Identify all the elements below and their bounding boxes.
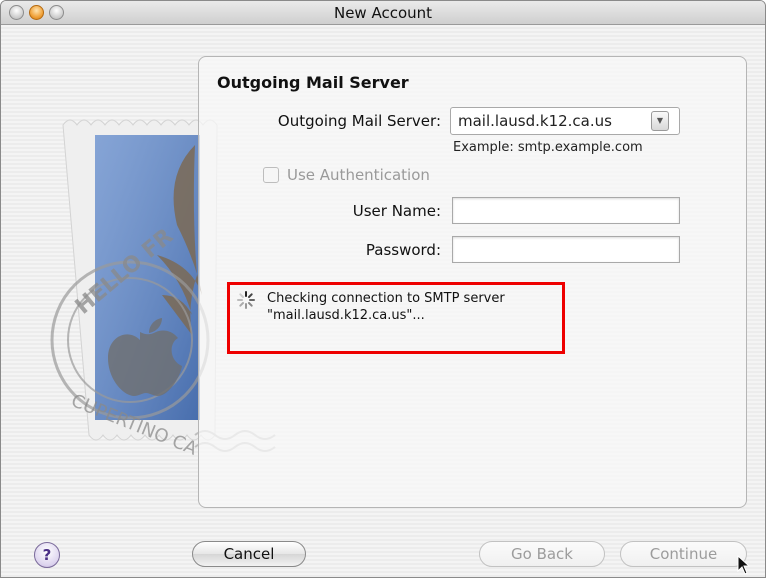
window-title: New Account — [333, 4, 433, 22]
username-label: User Name: — [352, 202, 441, 220]
password-field[interactable] — [452, 236, 680, 263]
status-line-1: Checking connection to SMTP server — [267, 291, 505, 306]
cancel-button[interactable]: Cancel — [192, 541, 306, 567]
outgoing-server-combobox[interactable]: mail.lausd.k12.ca.us ▼ — [450, 107, 680, 135]
continue-button[interactable]: Continue — [620, 541, 747, 567]
username-field[interactable] — [452, 197, 680, 224]
status-line-2: "mail.lausd.k12.ca.us"... — [267, 308, 425, 323]
outgoing-server-label: Outgoing Mail Server: — [277, 112, 441, 130]
progress-spinner-icon — [237, 291, 255, 309]
go-back-button[interactable]: Go Back — [479, 541, 605, 567]
chevron-down-icon[interactable]: ▼ — [651, 111, 669, 131]
section-title: Outgoing Mail Server — [217, 73, 409, 92]
outgoing-server-value[interactable]: mail.lausd.k12.ca.us — [458, 112, 612, 130]
connection-status-text: Checking connection to SMTP server "mail… — [267, 290, 505, 324]
title-bar: New Account — [1, 1, 765, 25]
password-label: Password: — [365, 241, 441, 259]
mouse-pointer-icon — [737, 555, 751, 575]
help-button[interactable]: ? — [34, 542, 60, 568]
use-authentication-label: Use Authentication — [287, 166, 430, 184]
use-authentication-checkbox[interactable] — [263, 167, 279, 183]
server-example-hint: Example: smtp.example.com — [453, 140, 643, 155]
